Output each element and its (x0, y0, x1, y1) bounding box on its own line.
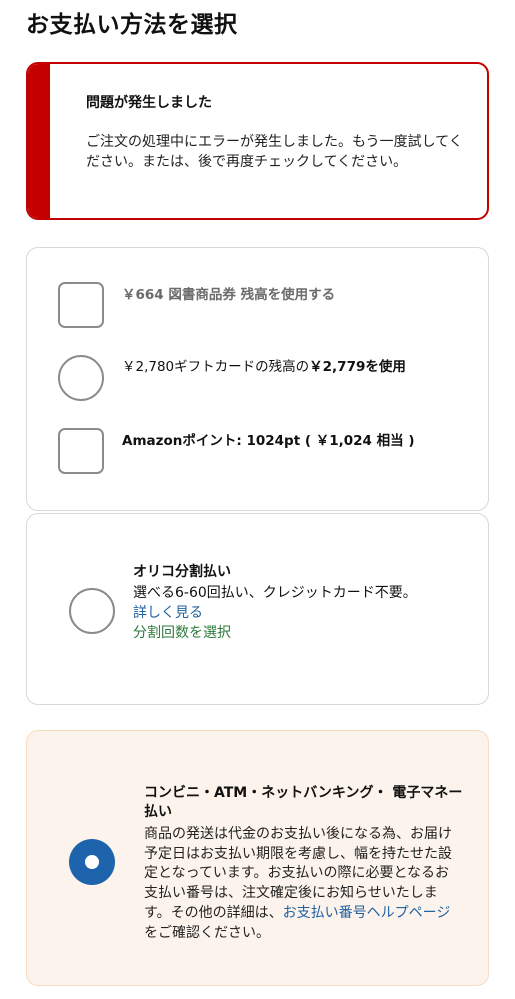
orico-title: オリコ分割払い (133, 564, 231, 580)
orico-radio[interactable] (69, 588, 115, 634)
conbini-payment-card[interactable]: コンビニ・ATM・ネットバンキング・ 電子マネー払い 商品の発送は代金のお支払い… (26, 730, 489, 986)
gift-card-label-amount: ￥2,779を使用 (309, 359, 406, 375)
balance-options-card: ￥664 図書商品券 残高を使用する ￥2,780ギフトカードの残高の￥2,77… (26, 247, 489, 511)
page-title: お支払い方法を選択 (26, 12, 238, 38)
amazon-points-checkbox[interactable] (58, 428, 104, 474)
orico-installment-card[interactable]: オリコ分割払い 選べる6-60回払い、クレジットカード不要。 詳しく見る 分割回… (26, 513, 489, 705)
conbini-radio[interactable] (69, 839, 115, 885)
alert-heading: 問題が発生しました (86, 95, 212, 111)
gift-card-radio[interactable] (58, 355, 104, 401)
book-voucher-checkbox[interactable] (58, 282, 104, 328)
alert-accent-bar (28, 64, 50, 218)
book-voucher-label: ￥664 図書商品券 残高を使用する (122, 287, 336, 303)
amazon-points-label: Amazonポイント: 1024pt ( ￥1,024 相当 ) (122, 433, 415, 449)
gift-card-label-prefix: ￥2,780ギフトカードの残高の (122, 359, 310, 375)
error-alert: 問題が発生しました ご注文の処理中にエラーが発生しました。もう一度試してください… (26, 62, 489, 220)
conbini-description-tail: をご確認ください。 (144, 924, 270, 941)
orico-description: 選べる6-60回払い、クレジットカード不要。 (133, 585, 417, 601)
conbini-description: 商品の発送は代金のお支払い後になる為、お届け予定日はお支払い期限を考慮し、幅を持… (144, 825, 456, 943)
gift-card-label: ￥2,780ギフトカードの残高の￥2,779を使用 (122, 358, 406, 376)
alert-message: ご注文の処理中にエラーが発生しました。もう一度試してください。または、後で再度チ… (86, 134, 463, 170)
conbini-title: コンビニ・ATM・ネットバンキング・ 電子マネー払い (144, 785, 463, 820)
orico-installment-link[interactable]: 分割回数を選択 (133, 623, 231, 643)
payment-number-help-link[interactable]: お支払い番号ヘルプページ (283, 905, 451, 921)
orico-details-link[interactable]: 詳しく見る (133, 603, 203, 623)
